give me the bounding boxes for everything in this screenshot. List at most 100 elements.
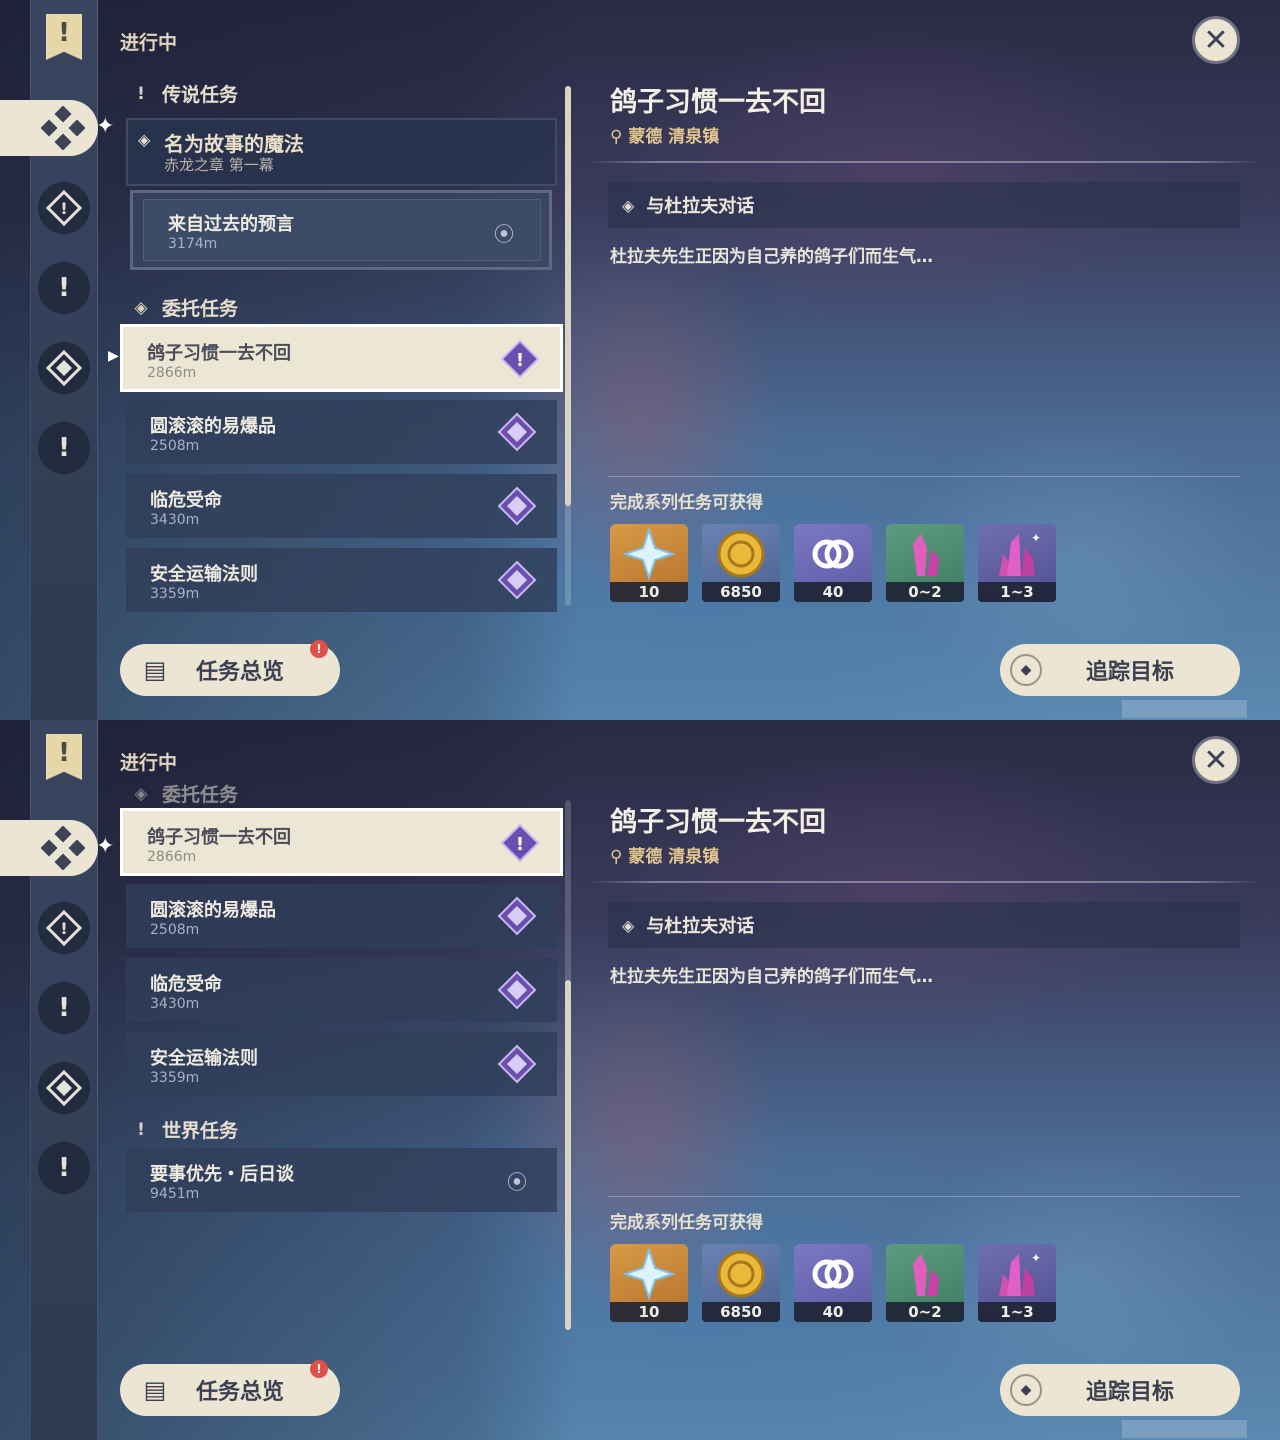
reward-primogem[interactable]: 10 [610, 1244, 688, 1322]
objective-text: 与杜拉夫对话 [646, 196, 755, 217]
crystal-cluster-icon: ✦ [999, 1251, 1041, 1296]
exclaim-icon: ! [137, 83, 145, 104]
quest-screen-top: ! ✦ ! ! ! 进行中 ✕ ! 传说任务 ◈ 名为故事的魔法 赤龙之章 第一… [0, 0, 1280, 720]
reward-adventure-exp[interactable]: 40 [794, 524, 872, 602]
track-button[interactable]: ◆ 追踪目标 [1000, 1364, 1240, 1416]
step-distance: 3174m [168, 236, 218, 252]
reward-count: 10 [610, 1302, 688, 1322]
quest-distance: 2866m [147, 365, 197, 381]
quest-item[interactable]: 临危受命 3430m [126, 474, 557, 538]
section-legend: ! 传说任务 [130, 80, 238, 107]
rewards-title: 完成系列任务可获得 [610, 1213, 763, 1233]
sidebar-item-commission[interactable] [38, 1062, 90, 1114]
quest-distance: 3430m [150, 512, 200, 528]
reward-crystal-cluster[interactable]: ✦ 1~3 [978, 524, 1056, 602]
legend-quest-icon: ! [58, 993, 70, 1023]
exclaim-icon: ! [137, 1119, 145, 1140]
legend-quest-subtitle: 赤龙之章 第一幕 [164, 156, 274, 174]
section-world: ! 世界任务 [130, 1116, 238, 1143]
button-label: 任务总览 [196, 1380, 285, 1405]
sidebar-item-legend[interactable]: ! [38, 262, 90, 314]
reward-adventure-exp[interactable]: 40 [794, 1244, 872, 1322]
scroll-thumb[interactable] [565, 86, 571, 506]
daily-commission-icon [46, 1070, 82, 1106]
sidebar-item-legend[interactable]: ! [38, 982, 90, 1034]
commission-quest-icon [497, 486, 537, 526]
quest-distance: 2866m [147, 849, 197, 865]
primogem-icon [623, 528, 675, 580]
reward-crystal-chunk[interactable]: 0~2 [886, 1244, 964, 1322]
quest-item[interactable]: 圆滚滚的易爆品 2508m [126, 400, 557, 464]
selection-arrow-icon: ▶ [108, 348, 119, 364]
quest-item[interactable]: 要事优先・后日谈 9451m ⦿ [126, 1148, 557, 1212]
quest-item[interactable]: 圆滚滚的易爆品 2508m [126, 884, 557, 948]
world-quest-icon: ! [58, 433, 70, 463]
map-pin-icon: ⦿ [507, 1169, 527, 1194]
list-scrollbar[interactable] [565, 800, 571, 1330]
reward-count: 1~3 [978, 582, 1056, 602]
legend-quest-step[interactable]: 来自过去的预言 3174m ⦿ [130, 190, 552, 270]
commission-quest-icon [497, 970, 537, 1010]
legend-quest-title: 名为故事的魔法 [164, 132, 304, 156]
quest-overview-button[interactable]: ▤ 任务总览 [120, 1364, 340, 1416]
list-scrollbar[interactable] [565, 86, 571, 606]
section-label: 委托任务 [162, 298, 239, 320]
quest-name: 要事优先・后日谈 [150, 1164, 294, 1185]
crystal-chunk-icon [913, 1254, 939, 1296]
reward-crystal-cluster[interactable]: ✦ 1~3 [978, 1244, 1056, 1322]
quest-item[interactable]: 安全运输法则 3359m [126, 1032, 557, 1096]
sidebar-item-story[interactable]: ! [38, 182, 90, 234]
quest-list: ◈ 委托任务 鸽子习惯一去不回 2866m ! 圆滚滚的易爆品 2508m 临危… [120, 720, 563, 1440]
commission-quest-icon [497, 1044, 537, 1084]
legend-quest-icon: ! [58, 273, 70, 303]
reward-count: 6850 [702, 582, 780, 602]
primogem-icon [623, 1248, 675, 1300]
story-quest-icon: ! [46, 190, 82, 226]
reward-primogem[interactable]: 10 [610, 524, 688, 602]
track-button[interactable]: ◆ 追踪目标 [1000, 644, 1240, 696]
reward-crystal-chunk[interactable]: 0~2 [886, 524, 964, 602]
button-label: 追踪目标 [1086, 660, 1175, 685]
sidebar-item-world[interactable]: ! [38, 422, 90, 474]
quest-detail: 鸽子习惯一去不回 ⚲ 蒙德 清泉镇 ◈ 与杜拉夫对话 杜拉夫先生正因为自己养的鸽… [588, 720, 1258, 1440]
commission-icon [41, 106, 85, 150]
quest-book-icon: ▤ [143, 1376, 167, 1404]
sidebar-item-all[interactable] [0, 820, 98, 876]
quest-distance: 9451m [150, 1186, 200, 1202]
button-label: 追踪目标 [1086, 1380, 1175, 1405]
sidebar-item-commission[interactable] [38, 342, 90, 394]
step-name: 来自过去的预言 [168, 214, 294, 235]
reward-count: 0~2 [886, 1302, 964, 1322]
objective-diamond-icon: ◈ [622, 195, 635, 215]
quest-name: 临危受命 [150, 974, 222, 995]
legend-quest-item[interactable]: ◈ 名为故事的魔法 赤龙之章 第一幕 [126, 118, 557, 186]
quest-distance: 3359m [150, 1070, 200, 1086]
commission-quest-icon [497, 560, 537, 600]
sidebar-item-story[interactable]: ! [38, 902, 90, 954]
quest-item[interactable]: 安全运输法则 3359m [126, 548, 557, 612]
reward-mora[interactable]: 6850 [702, 524, 780, 602]
map-pin-icon: ⦿ [494, 222, 514, 246]
quest-name: 安全运输法则 [150, 1048, 258, 1069]
reward-mora[interactable]: 6850 [702, 1244, 780, 1322]
svg-text:!: ! [60, 199, 67, 218]
quest-item[interactable]: 临危受命 3430m [126, 958, 557, 1022]
rewards-list: 10 6850 40 0~2 ✦ 1~3 [610, 524, 1056, 602]
sidebar-item-world[interactable]: ! [38, 1142, 90, 1194]
mora-coin-icon [717, 1250, 765, 1298]
quest-item[interactable]: 鸽子习惯一去不回 2866m ! [120, 808, 563, 876]
reward-count: 40 [794, 1302, 872, 1322]
quest-name: 安全运输法则 [150, 564, 258, 585]
sidebar-item-all[interactable] [0, 100, 98, 156]
quest-distance: 3359m [150, 586, 200, 602]
quest-overview-button[interactable]: ▤ 任务总览 [120, 644, 340, 696]
commission-quest-icon: ! [500, 823, 540, 863]
objective-row: ◈ 与杜拉夫对话 [608, 182, 1240, 228]
quest-item[interactable]: 鸽子习惯一去不回 2866m ! [120, 324, 563, 392]
reward-count: 6850 [702, 1302, 780, 1322]
notification-badge: ! [310, 640, 328, 658]
adventure-exp-icon [812, 539, 854, 569]
scroll-thumb[interactable] [565, 980, 571, 1330]
commission-quest-icon: ! [500, 339, 540, 379]
svg-text:✦: ✦ [1031, 531, 1041, 545]
